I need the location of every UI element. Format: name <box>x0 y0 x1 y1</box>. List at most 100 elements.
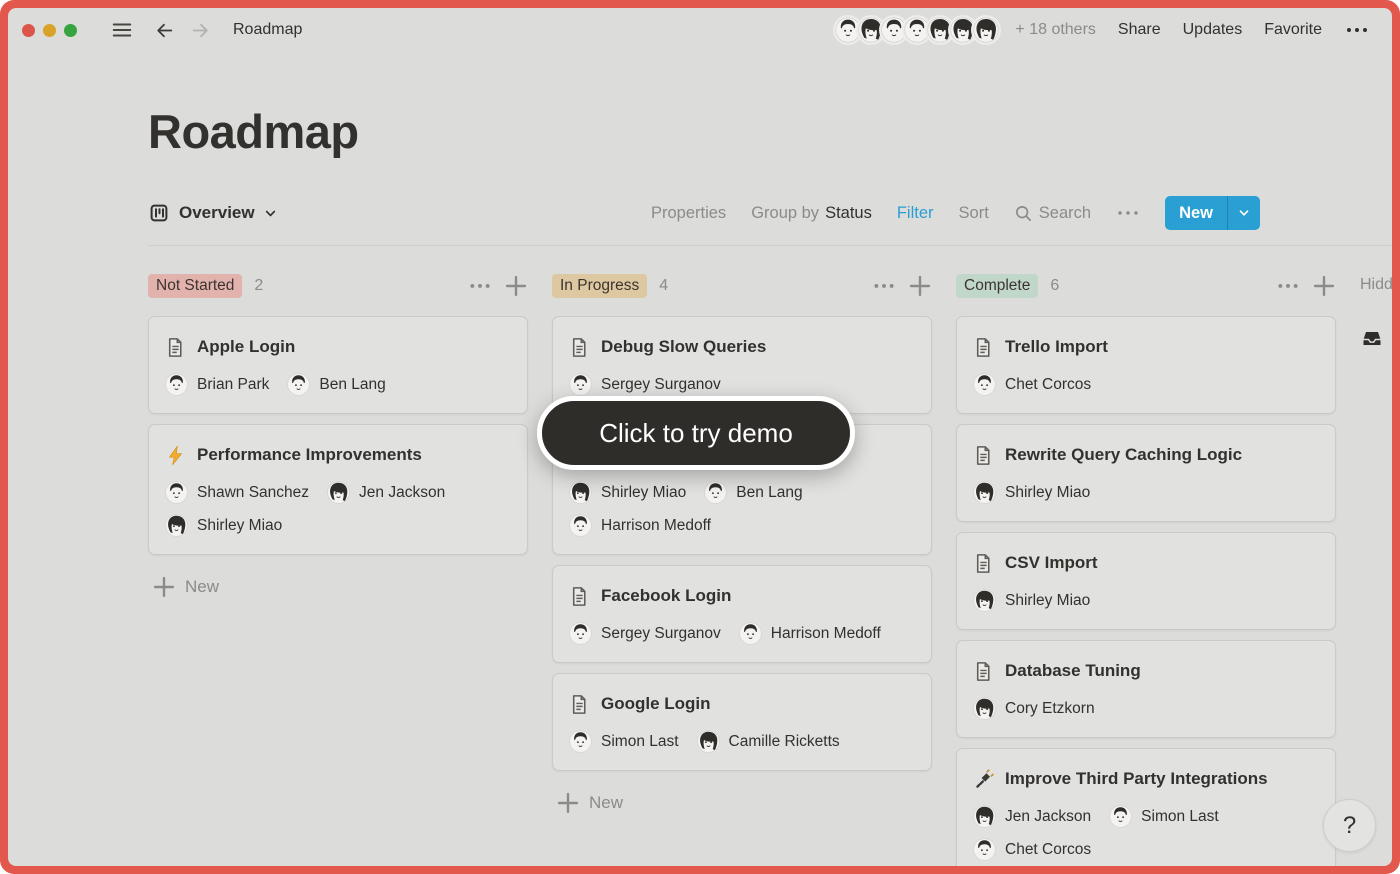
board-card[interactable]: Rewrite Query Caching LogicShirley Miao <box>956 424 1336 522</box>
avatar <box>973 373 996 396</box>
board-card[interactable]: Database TuningCory Etzkorn <box>956 640 1336 738</box>
sort-button[interactable]: Sort <box>959 204 989 223</box>
assignee: Simon Last <box>1109 805 1219 828</box>
minimize-window-button[interactable] <box>43 24 56 37</box>
assignee-name: Sergey Surganov <box>601 376 721 394</box>
card-assignees: Chet Corcos <box>973 373 1319 396</box>
avatar <box>569 373 592 396</box>
chevron-down-icon <box>264 207 277 220</box>
toolbar-more-icon[interactable] <box>1116 203 1140 223</box>
assignee: Brian Park <box>165 373 269 396</box>
lightning-icon <box>165 445 186 466</box>
board-column-complete: Complete6Trello ImportChet CorcosRewrite… <box>956 272 1336 866</box>
doc-icon <box>569 694 590 715</box>
properties-button[interactable]: Properties <box>651 204 726 223</box>
card-assignees: Brian ParkBen Lang <box>165 373 511 396</box>
filter-button[interactable]: Filter <box>897 204 934 223</box>
hidden-columns-label[interactable]: Hidden <box>1360 276 1392 294</box>
avatar <box>327 481 350 504</box>
card-title: Google Login <box>601 691 711 717</box>
avatar <box>973 481 996 504</box>
board-card[interactable]: Trello ImportChet Corcos <box>956 316 1336 414</box>
assignee-name: Shawn Sanchez <box>197 484 309 502</box>
try-demo-button[interactable]: Click to try demo <box>537 396 855 470</box>
column-header: Not Started 2 <box>148 272 528 300</box>
board-card[interactable]: Performance ImprovementsShawn SanchezJen… <box>148 424 528 555</box>
assignee: Harrison Medoff <box>569 514 711 537</box>
new-button[interactable]: New <box>1165 196 1260 230</box>
new-button-dropdown[interactable] <box>1227 196 1260 230</box>
board-view-icon <box>148 202 170 224</box>
avatar <box>569 622 592 645</box>
avatar <box>973 805 996 828</box>
favorite-button[interactable]: Favorite <box>1264 21 1322 39</box>
search-icon <box>1014 204 1033 223</box>
close-window-button[interactable] <box>22 24 35 37</box>
doc-icon <box>165 337 186 358</box>
updates-button[interactable]: Updates <box>1183 21 1243 39</box>
others-count[interactable]: + 18 others <box>1015 21 1096 39</box>
view-toolbar: Overview Properties Group by Status Filt… <box>148 195 1392 231</box>
avatar <box>1109 805 1132 828</box>
kanban-board: Not Started2Apple LoginBrian ParkBen Lan… <box>148 272 1392 866</box>
collaborator-avatar[interactable] <box>971 15 1001 45</box>
column-count: 2 <box>254 277 263 295</box>
column-more-icon[interactable] <box>872 274 896 298</box>
board-card[interactable]: Facebook LoginSergey SurganovHarrison Me… <box>552 565 932 663</box>
assignee: Harrison Medoff <box>739 622 881 645</box>
assignee-name: Sergey Surganov <box>601 625 721 643</box>
no-status-group[interactable]: No Status <box>1360 326 1392 350</box>
assignee: Ben Lang <box>704 481 802 504</box>
assignee-name: Chet Corcos <box>1005 376 1091 394</box>
toolbar-divider <box>148 245 1392 246</box>
board-card[interactable]: Google LoginSimon LastCamille Ricketts <box>552 673 932 771</box>
share-button[interactable]: Share <box>1118 21 1161 39</box>
status-chip[interactable]: Complete <box>956 274 1038 298</box>
column-more-icon[interactable] <box>468 274 492 298</box>
assignee: Shirley Miao <box>165 514 282 537</box>
column-add-icon[interactable] <box>1312 274 1336 298</box>
assignee-name: Camille Ricketts <box>729 733 840 751</box>
column-more-icon[interactable] <box>1276 274 1300 298</box>
board-card[interactable]: Apple Login Brian ParkBen Lang <box>148 316 528 414</box>
doc-icon <box>973 337 994 358</box>
zoom-window-button[interactable] <box>64 24 77 37</box>
assignee: Chet Corcos <box>973 373 1091 396</box>
sidebar-menu-icon[interactable] <box>111 19 133 41</box>
new-button-label[interactable]: New <box>1165 196 1227 230</box>
board-card[interactable]: Improve Third Party IntegrationsJen Jack… <box>956 748 1336 866</box>
new-card-button[interactable]: New <box>552 791 932 815</box>
column-add-icon[interactable] <box>504 274 528 298</box>
doc-icon <box>973 445 994 466</box>
assignee-name: Harrison Medoff <box>771 625 881 643</box>
more-menu-icon[interactable] <box>1344 20 1370 40</box>
chevron-down-icon <box>1238 207 1250 219</box>
avatar <box>165 514 188 537</box>
assignee-name: Shirley Miao <box>197 517 282 535</box>
status-chip[interactable]: In Progress <box>552 274 647 298</box>
card-assignees: Jen JacksonSimon LastChet Corcos <box>973 805 1319 861</box>
search-button[interactable]: Search <box>1014 204 1091 223</box>
assignee: Chet Corcos <box>973 838 1091 861</box>
card-assignees: Cory Etzkorn <box>973 697 1319 720</box>
page-title: Roadmap <box>148 104 1392 159</box>
assignee-name: Jen Jackson <box>359 484 445 502</box>
avatar <box>165 373 188 396</box>
avatar <box>739 622 762 645</box>
group-by-prefix: Group by <box>751 204 819 223</box>
column-add-icon[interactable] <box>908 274 932 298</box>
board-card[interactable]: CSV ImportShirley Miao <box>956 532 1336 630</box>
help-button[interactable]: ? <box>1323 799 1376 852</box>
card-title: Debug Slow Queries <box>601 334 766 360</box>
card-title: Apple Login <box>197 334 295 360</box>
back-arrow-icon[interactable] <box>153 19 175 41</box>
assignee-name: Shirley Miao <box>601 484 686 502</box>
breadcrumb[interactable]: Roadmap <box>233 21 302 39</box>
new-card-button[interactable]: New <box>148 575 528 599</box>
avatar <box>569 481 592 504</box>
status-chip[interactable]: Not Started <box>148 274 242 298</box>
avatar <box>973 838 996 861</box>
group-by-button[interactable]: Group by Status <box>751 204 872 223</box>
forward-arrow-icon[interactable] <box>189 19 211 41</box>
view-switcher[interactable]: Overview <box>148 202 277 224</box>
